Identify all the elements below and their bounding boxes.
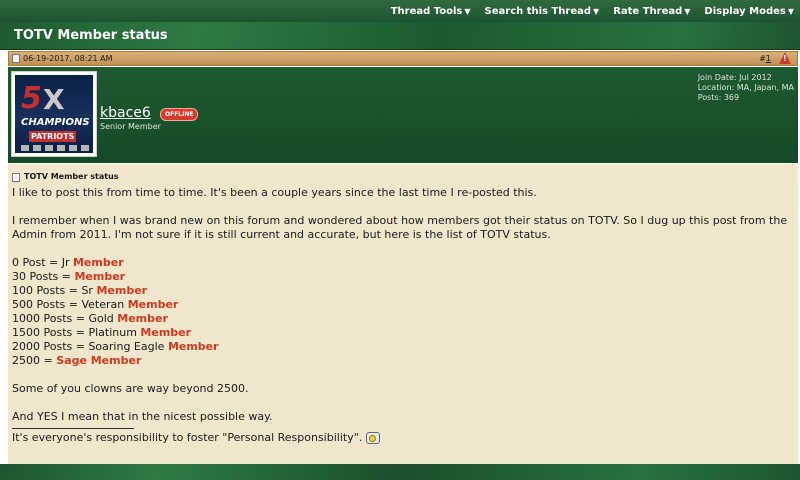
footer-bar <box>0 464 800 480</box>
status-rank: Member <box>72 256 124 269</box>
status-rank: Member <box>117 312 168 325</box>
list-item: 1500 Posts = Platinum Member <box>12 326 794 340</box>
status-label: 0 Post = Jr <box>12 256 73 269</box>
post-count: Posts: 369 <box>697 93 740 102</box>
status-rank: Member <box>127 298 179 311</box>
avatar-champions: CHAMPIONS <box>21 117 90 128</box>
list-item: 0 Post = Jr Member <box>12 256 794 270</box>
post-paragraph: I like to post this from time to time. I… <box>12 186 537 199</box>
display-modes-label: Display Modes <box>704 5 786 17</box>
list-item: 30 Posts = Member <box>12 270 794 284</box>
chevron-down-icon: ▼ <box>593 6 600 16</box>
status-rank: Member <box>167 340 219 353</box>
post-title-text: TOTV Member status <box>24 172 119 181</box>
rate-thread-menu[interactable]: Rate Thread ▼ <box>613 6 690 17</box>
search-thread-menu[interactable]: Search this Thread ▼ <box>485 6 600 17</box>
thread-title: TOTV Member status <box>14 28 168 43</box>
search-thread-label: Search this Thread <box>484 5 592 17</box>
avatar[interactable]: 5 X CHAMPIONS PATRIOTS <box>11 71 97 157</box>
post-paragraph: And YES I mean that in the nicest possib… <box>12 410 273 423</box>
status-label: 500 Posts = Veteran <box>12 298 128 311</box>
post-icon <box>12 54 20 63</box>
status-list: 0 Post = Jr Member 30 Posts = Member 100… <box>12 256 794 368</box>
post-body: TOTV Member status I like to post this f… <box>8 164 798 464</box>
status-rank: Member <box>74 270 126 283</box>
username-link[interactable]: kbace6 <box>100 105 151 121</box>
post-number-link[interactable]: 1 <box>766 54 771 63</box>
status-rank: Member <box>140 326 192 339</box>
rate-thread-label: Rate Thread <box>613 5 683 17</box>
status-label: 1000 Posts = Gold <box>12 312 118 325</box>
chevron-down-icon: ▼ <box>787 6 794 16</box>
post-date-bar: 06-19-2017, 08:21 AM #1 <box>8 51 798 66</box>
document-icon <box>12 172 20 182</box>
thread-tools-label: Thread Tools <box>390 5 463 17</box>
post-title: TOTV Member status <box>12 170 794 184</box>
thread-tools-menu[interactable]: Thread Tools ▼ <box>391 6 471 17</box>
user-info-bar: 5 X CHAMPIONS PATRIOTS kbace6 OFFLINE Se… <box>8 67 798 163</box>
status-badge: OFFLINE <box>160 108 199 121</box>
thread-toolbar: Thread Tools ▼ Search this Thread ▼ Rate T… <box>0 0 800 22</box>
status-label: 100 Posts = Sr <box>12 284 97 297</box>
status-label: 2500 = <box>12 354 57 367</box>
avatar-team: PATRIOTS <box>29 131 77 142</box>
user-title: Senior Member <box>100 122 161 131</box>
post-paragraph: I remember when I was brand new on this … <box>12 214 788 241</box>
post-number: #1 <box>759 54 771 63</box>
post-paragraph: Some of you clowns are way beyond 2500. <box>12 382 249 395</box>
location: Location: MA, Japan, MA <box>697 83 794 92</box>
display-modes-menu[interactable]: Display Modes ▼ <box>704 6 794 17</box>
report-post-icon[interactable] <box>779 52 791 64</box>
avatar-x: X <box>43 83 65 116</box>
status-rank: Member <box>96 284 148 297</box>
post-number-prefix: # <box>759 54 766 63</box>
list-item: 100 Posts = Sr Member <box>12 284 794 298</box>
thumbs-up-icon <box>366 432 381 444</box>
status-label: 1500 Posts = Platinum <box>12 326 141 339</box>
status-label: 2000 Posts = Soaring Eagle <box>12 340 168 353</box>
join-date: Join Date: Jul 2012 <box>697 73 772 82</box>
signature-divider <box>12 428 134 429</box>
chevron-down-icon: ▼ <box>464 6 471 16</box>
list-item: 2000 Posts = Soaring Eagle Member <box>12 340 794 354</box>
signature-text: It's everyone's responsibility to foster… <box>12 431 363 444</box>
list-item: 2500 = Sage Member <box>12 354 794 368</box>
post-date: 06-19-2017, 08:21 AM <box>23 54 113 63</box>
status-label: 30 Posts = <box>12 270 75 283</box>
avatar-image: 5 X CHAMPIONS PATRIOTS <box>15 75 93 153</box>
chevron-down-icon: ▼ <box>684 6 691 16</box>
avatar-number: 5 <box>21 81 42 116</box>
status-rank: Sage Member <box>56 354 142 367</box>
list-item: 1000 Posts = Gold Member <box>12 312 794 326</box>
list-item: 500 Posts = Veteran Member <box>12 298 794 312</box>
avatar-rings <box>21 145 89 151</box>
thread-title-bar: TOTV Member status <box>0 22 800 50</box>
user-details: Join Date: Jul 2012 Location: MA, Japan,… <box>698 73 794 103</box>
signature: It's everyone's responsibility to foster… <box>12 431 794 445</box>
